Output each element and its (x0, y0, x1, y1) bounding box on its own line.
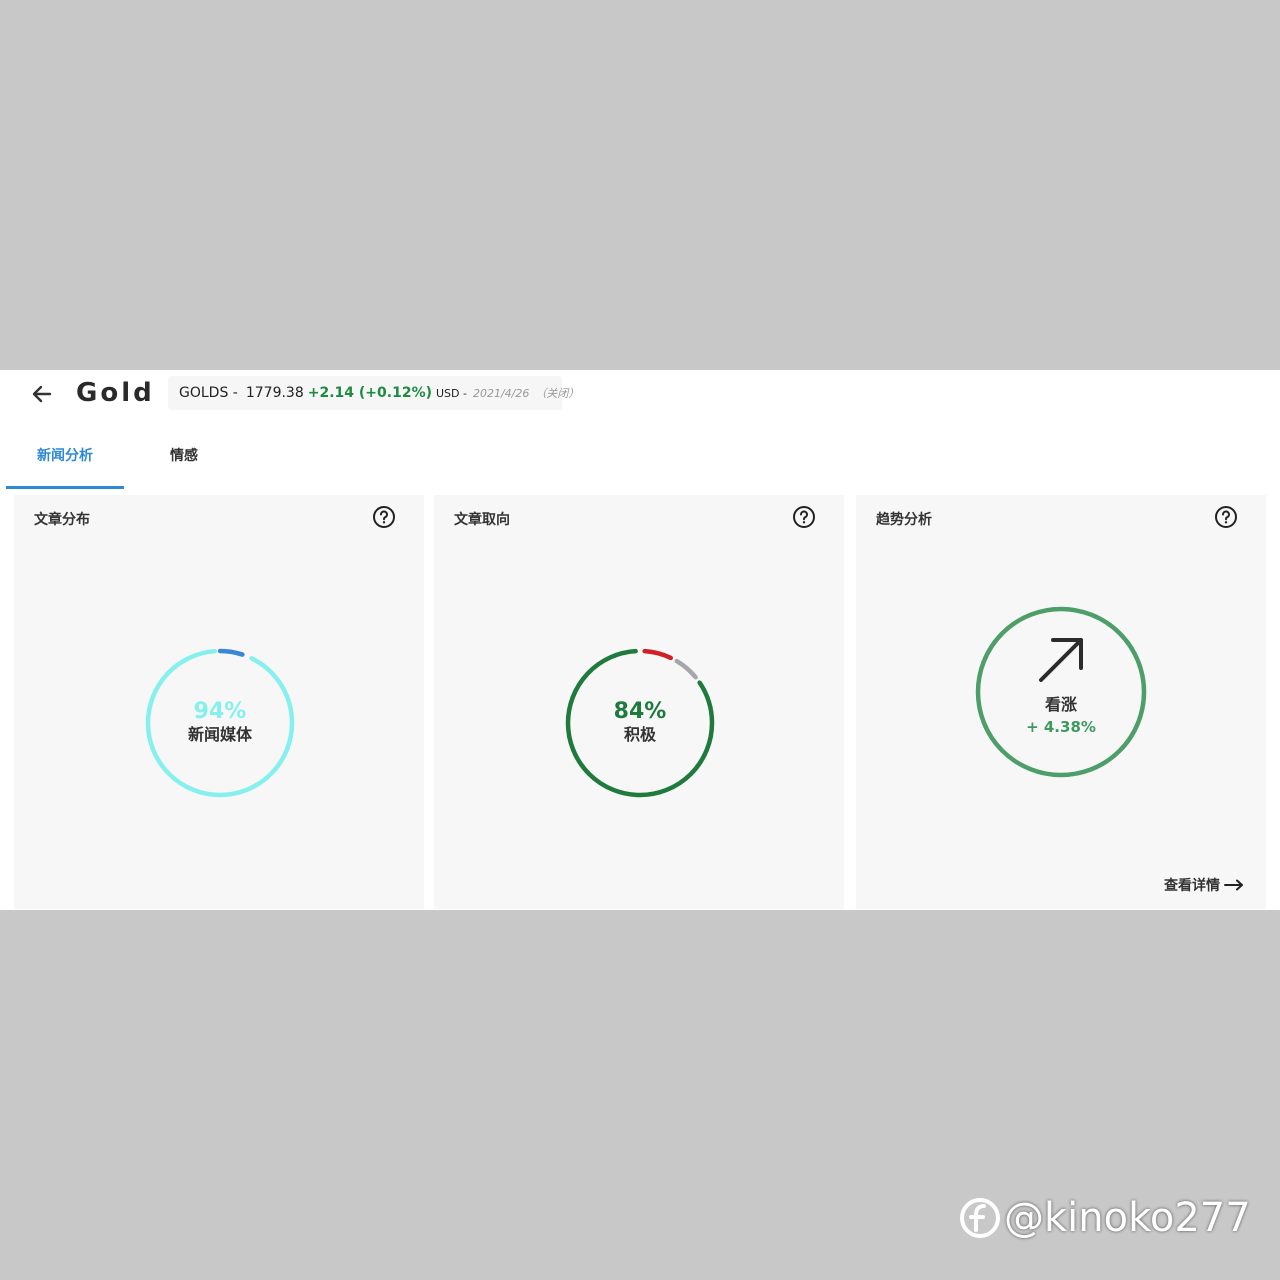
help-icon[interactable] (1214, 505, 1238, 529)
page-title: Gold (76, 378, 155, 408)
view-details-link[interactable]: 查看详情 (1164, 875, 1244, 895)
help-icon[interactable] (372, 505, 396, 529)
orientation-percent: 84% (613, 699, 667, 724)
trend-analysis-card: 趋势分析 看涨 + 4.38% 查看详情 (856, 495, 1266, 909)
tab-bar: 新闻分析 情感 (0, 432, 1280, 489)
ticker-bar: GOLDS - 1779.38 +2.14 (+0.12%) USD - 202… (168, 376, 579, 410)
view-details-label: 查看详情 (1164, 878, 1220, 894)
article-orientation-card: 文章取向 84% 积极 (434, 495, 844, 909)
ticker-symbol: GOLDS - (179, 385, 238, 401)
distribution-percent: 94% (193, 699, 247, 724)
help-icon[interactable] (792, 505, 816, 529)
trend-ring: 看涨 + 4.38% (975, 606, 1147, 778)
card-title: 文章取向 (454, 512, 510, 528)
header: Gold GOLDS - 1779.38 +2.14 (+0.12%) USD … (0, 370, 1280, 420)
tab-news-analysis[interactable]: 新闻分析 (6, 432, 124, 489)
watermark-text: @kinoko277 (1004, 1195, 1251, 1241)
card-title: 趋势分析 (876, 512, 932, 528)
ticker-price: 1779.38 (245, 385, 304, 401)
article-distribution-card: 文章分布 94% 新闻媒体 (14, 495, 424, 909)
trend-label: 看涨 (1044, 695, 1077, 714)
orientation-ring: 84% 积极 (564, 647, 716, 799)
watermark: @kinoko277 (958, 1188, 1268, 1248)
ticker-date: 2021/4/26 (472, 386, 530, 400)
tab-sentiment[interactable]: 情感 (142, 432, 226, 486)
back-arrow-icon[interactable] (28, 380, 56, 408)
trend-up-arrow-icon (1039, 638, 1083, 682)
trend-change: + 4.38% (1026, 718, 1096, 736)
ticker-status: （关闭） (535, 387, 580, 400)
distribution-label: 新闻媒体 (187, 725, 252, 744)
ticker-change: +2.14 (+0.12%) (307, 385, 432, 401)
ticker-currency: USD - (436, 386, 467, 400)
distribution-ring: 94% 新闻媒体 (144, 647, 296, 799)
card-title: 文章分布 (34, 512, 90, 528)
orientation-label: 积极 (623, 725, 656, 744)
main-panel: Gold GOLDS - 1779.38 +2.14 (+0.12%) USD … (0, 370, 1280, 910)
logo-mark-icon (960, 1198, 1000, 1238)
arrow-right-icon (1224, 879, 1243, 891)
